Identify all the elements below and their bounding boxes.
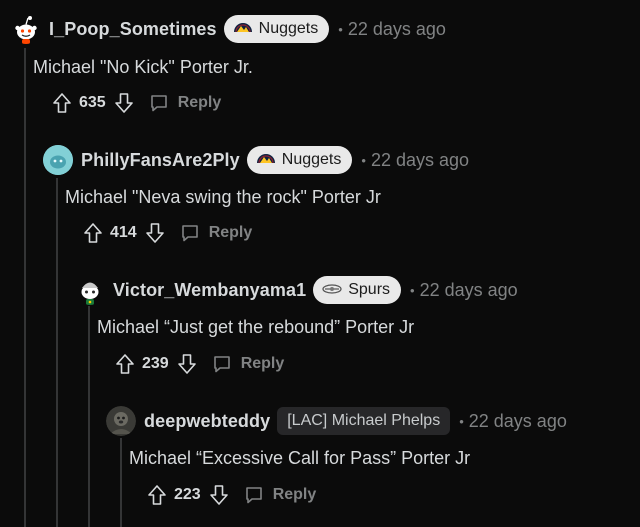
timestamp[interactable]: 22 days ago [371,150,469,171]
comment-header: Victor_Wembanyama1 Spurs • 22 days ago [75,272,518,308]
snoo-avatar-icon[interactable] [75,275,105,305]
comment-actions: 414 Reply [82,221,252,245]
flair-label: [LAC] Michael Phelps [287,412,441,429]
reply-label: Reply [272,486,317,503]
thread-line-level-4[interactable] [120,438,122,527]
downvote-icon[interactable] [176,352,198,376]
user-flair[interactable]: [LAC] Michael Phelps [277,407,451,435]
separator-dot: • [459,413,464,429]
vote-score: 239 [142,355,169,372]
comment-body: Michael "No Kick" Porter Jr. [33,57,253,77]
timestamp[interactable]: 22 days ago [420,280,518,301]
user-flair[interactable]: Nuggets [246,146,353,174]
flair-label: Nuggets [281,151,342,168]
upvote-icon[interactable] [146,483,168,507]
comment-actions: 223 Reply [146,483,316,507]
speech-bubble-icon [181,225,198,242]
username[interactable]: I_Poop_Sometimes [49,19,217,40]
flair-label: Spurs [348,281,391,298]
photo-avatar-icon[interactable] [106,406,136,436]
upvote-icon[interactable] [114,352,136,376]
timestamp[interactable]: 22 days ago [348,19,446,40]
downvote-icon[interactable] [144,221,166,245]
reply-label: Reply [240,355,285,372]
reply-button[interactable]: Reply [244,485,317,505]
username[interactable]: PhillyFansAre2Ply [81,150,240,171]
reply-button[interactable]: Reply [180,223,253,243]
comment-actions: 635 Reply [51,91,221,115]
comment-body: Michael "Neva swing the rock" Porter Jr [65,187,381,207]
comment-header: I_Poop_Sometimes Nuggets • 22 days ago [11,11,446,47]
username[interactable]: deepwebteddy [144,411,270,432]
comment-body: Michael “Excessive Call for Pass” Porter… [129,448,471,468]
downvote-icon[interactable] [208,483,230,507]
vote-score: 635 [79,94,106,111]
upvote-icon[interactable] [51,91,73,115]
downvote-icon[interactable] [113,91,135,115]
separator-dot: • [410,282,415,298]
reply-button[interactable]: Reply [212,354,285,374]
flair-label: Nuggets [258,20,319,37]
nuggets-logo-icon [233,20,253,38]
teal-avatar-icon[interactable] [43,145,73,175]
thread-line-level-1[interactable] [24,48,26,527]
reply-button[interactable]: Reply [149,93,222,113]
snoo-avatar-icon[interactable] [11,14,41,44]
comment-actions: 239 Reply [114,352,284,376]
nuggets-logo-icon [256,151,276,169]
comment-header: PhillyFansAre2Ply Nuggets • 22 days ago [43,142,469,178]
separator-dot: • [338,21,343,37]
spurs-logo-icon [322,281,342,299]
reply-label: Reply [208,224,253,241]
reply-label: Reply [177,94,222,111]
speech-bubble-icon [150,95,167,112]
comment-header: deepwebteddy [LAC] Michael Phelps • 22 d… [106,403,567,439]
user-flair[interactable]: Nuggets [223,15,330,43]
upvote-icon[interactable] [82,221,104,245]
thread-line-level-3[interactable] [88,306,90,527]
thread-line-level-2[interactable] [56,178,58,527]
timestamp[interactable]: 22 days ago [469,411,567,432]
comment-body: Michael “Just get the rebound” Porter Jr [97,317,415,337]
separator-dot: • [361,152,366,168]
vote-score: 414 [110,224,137,241]
vote-score: 223 [174,486,201,503]
speech-bubble-icon [213,356,230,373]
username[interactable]: Victor_Wembanyama1 [113,280,306,301]
user-flair[interactable]: Spurs [313,276,402,304]
speech-bubble-icon [245,487,262,504]
